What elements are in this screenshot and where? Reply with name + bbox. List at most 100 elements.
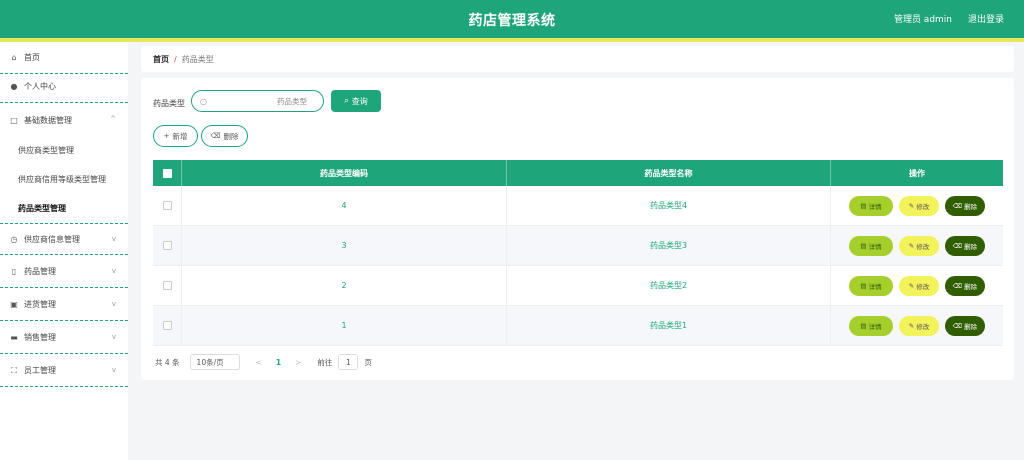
- pencil-icon: ✎: [908, 281, 915, 290]
- row-checkbox[interactable]: [162, 201, 172, 210]
- cell-actions: ▤ 详情 ✎ 修改 ⌫ 删除: [831, 186, 1003, 225]
- chevron-down-icon: v: [111, 300, 116, 308]
- delete-label: 删除: [964, 202, 978, 211]
- sidebar-item-home[interactable]: ⌂ 首页: [0, 42, 128, 74]
- trash-icon: ⌫: [952, 241, 963, 250]
- add-button[interactable]: + 新增: [153, 125, 198, 147]
- row-checkbox[interactable]: [162, 281, 172, 290]
- main-panel: 药品类型 ○ ⌕ 查询 + 新增 ⌫ 删除 药品类型编码 药品类型名称 操作 4…: [141, 78, 1014, 380]
- sidebar-subitem-drug-type[interactable]: 药品类型管理: [0, 194, 128, 222]
- sidebar-item-purchase[interactable]: ▣ 进货管理 v: [0, 289, 128, 321]
- select-all-checkbox[interactable]: [162, 168, 172, 178]
- document-icon: ▤: [860, 241, 867, 250]
- edit-button[interactable]: ✎ 修改: [899, 315, 939, 336]
- sidebar-item-label: 药品管理: [24, 267, 56, 276]
- column-header-actions: 操作: [909, 168, 925, 178]
- sidebar: ⌂ 首页 ● 个人中心 □ 基础数据管理 ^ 供应商类型管理 供应商信用等级类型…: [0, 42, 128, 460]
- detail-label: 详情: [868, 202, 882, 211]
- column-header-code: 药品类型编码: [182, 160, 507, 186]
- trash-icon: ⌫: [952, 321, 963, 330]
- prev-page-icon[interactable]: <: [256, 358, 262, 367]
- detail-label: 详情: [868, 282, 882, 291]
- delete-label: 删除: [964, 322, 978, 331]
- trash-icon: ⌫: [210, 132, 221, 140]
- row-checkbox[interactable]: [162, 241, 172, 250]
- chevron-up-icon: ^: [110, 115, 116, 123]
- page-size-select[interactable]: 10条/页: [189, 354, 240, 370]
- plus-icon: +: [163, 132, 170, 140]
- batch-delete-button[interactable]: ⌫ 删除: [201, 125, 248, 147]
- search-label: 药品类型: [153, 99, 185, 108]
- total-count: 共 4 条: [155, 357, 180, 367]
- cell-actions: ▤ 详情 ✎ 修改 ⌫ 删除: [831, 226, 1003, 265]
- app-title: 药店管理系统: [468, 13, 556, 29]
- expand-icon: ⛶: [11, 365, 17, 375]
- document-icon: ▤: [860, 201, 867, 210]
- delete-button[interactable]: ⌫ 删除: [945, 275, 985, 296]
- sidebar-subitem-credit-type[interactable]: 供应商信用等级类型管理: [0, 165, 128, 193]
- edit-button[interactable]: ✎ 修改: [899, 235, 939, 256]
- table-header: 药品类型编码 药品类型名称 操作: [153, 160, 1003, 186]
- sidebar-item-staff[interactable]: ⛶ 员工管理 v: [0, 355, 128, 387]
- search-input[interactable]: [206, 96, 307, 106]
- search-icon: ⌕: [344, 96, 349, 105]
- query-button-label: 查询: [351, 96, 368, 106]
- cell-name: 药品类型4: [507, 186, 831, 225]
- edit-label: 修改: [916, 282, 930, 291]
- column-header-name: 药品类型名称: [507, 160, 831, 186]
- square-icon: □: [10, 115, 18, 125]
- current-page-number[interactable]: 1: [276, 358, 281, 367]
- chevron-down-icon: v: [111, 267, 116, 275]
- next-page-icon[interactable]: >: [295, 358, 301, 367]
- table-row: 1 药品类型1 ▤ 详情 ✎ 修改 ⌫ 删除: [153, 306, 1003, 346]
- table-row: 4 药品类型4 ▤ 详情 ✎ 修改 ⌫ 删除: [153, 186, 1003, 226]
- current-user: 管理员 admin: [893, 15, 952, 25]
- search-icon: ○: [200, 96, 207, 106]
- query-button[interactable]: ⌕ 查询: [331, 90, 381, 112]
- home-icon: ⌂: [11, 53, 17, 62]
- sidebar-item-label: 基础数据管理: [24, 115, 72, 125]
- sidebar-item-supplier[interactable]: ◷ 供应商信息管理 v: [0, 223, 128, 255]
- detail-button[interactable]: ▤ 详情: [849, 235, 893, 256]
- sidebar-item-basic-data[interactable]: □ 基础数据管理 ^: [0, 104, 128, 136]
- box-icon: ▣: [10, 300, 18, 309]
- logout-link[interactable]: 退出登录: [968, 12, 1004, 25]
- detail-label: 详情: [868, 322, 882, 331]
- chevron-down-icon: v: [111, 333, 116, 341]
- detail-button[interactable]: ▤ 详情: [849, 275, 893, 296]
- row-checkbox[interactable]: [162, 321, 172, 330]
- chevron-down-icon: v: [111, 366, 116, 374]
- delete-button[interactable]: ⌫ 删除: [945, 195, 985, 216]
- edit-button[interactable]: ✎ 修改: [899, 195, 939, 216]
- sidebar-item-label: 个人中心: [24, 82, 56, 91]
- chevron-down-icon: v: [111, 235, 116, 243]
- row-select-cell: [153, 226, 182, 265]
- sidebar-item-drug[interactable]: ▯ 药品管理 v: [0, 256, 128, 288]
- edit-label: 修改: [916, 322, 930, 331]
- sidebar-item-label: 销售管理: [24, 333, 56, 342]
- sidebar-item-label: 供应商信息管理: [24, 234, 80, 244]
- edit-button[interactable]: ✎ 修改: [899, 275, 939, 296]
- pagination: 共 4 条 10条/页 < 1 > 前往 1 页: [155, 354, 372, 370]
- detail-button[interactable]: ▤ 详情: [849, 315, 893, 336]
- sidebar-item-profile[interactable]: ● 个人中心: [0, 71, 128, 103]
- sidebar-item-label: 首页: [24, 53, 40, 62]
- goto-page-input[interactable]: 1: [338, 354, 359, 370]
- sidebar-item-sales[interactable]: ▬ 销售管理 v: [0, 322, 128, 354]
- delete-button[interactable]: ⌫ 删除: [945, 315, 985, 336]
- detail-button[interactable]: ▤ 详情: [849, 195, 893, 216]
- trash-icon: ⌫: [952, 201, 963, 210]
- phone-icon: ▯: [11, 267, 17, 276]
- delete-button[interactable]: ⌫ 删除: [945, 235, 985, 256]
- cell-name: 药品类型3: [507, 226, 831, 265]
- cell-actions: ▤ 详情 ✎ 修改 ⌫ 删除: [831, 306, 1003, 345]
- cell-code: 1: [182, 306, 507, 345]
- cart-icon: ▬: [10, 333, 18, 342]
- row-select-cell: [153, 306, 182, 345]
- add-button-label: 新增: [172, 131, 188, 141]
- sidebar-subitem-supplier-type[interactable]: 供应商类型管理: [0, 136, 128, 164]
- pencil-icon: ✎: [908, 201, 915, 210]
- breadcrumb-home[interactable]: 首页: [153, 54, 169, 65]
- search-field[interactable]: ○: [191, 90, 324, 112]
- cell-actions: ▤ 详情 ✎ 修改 ⌫ 删除: [831, 266, 1003, 305]
